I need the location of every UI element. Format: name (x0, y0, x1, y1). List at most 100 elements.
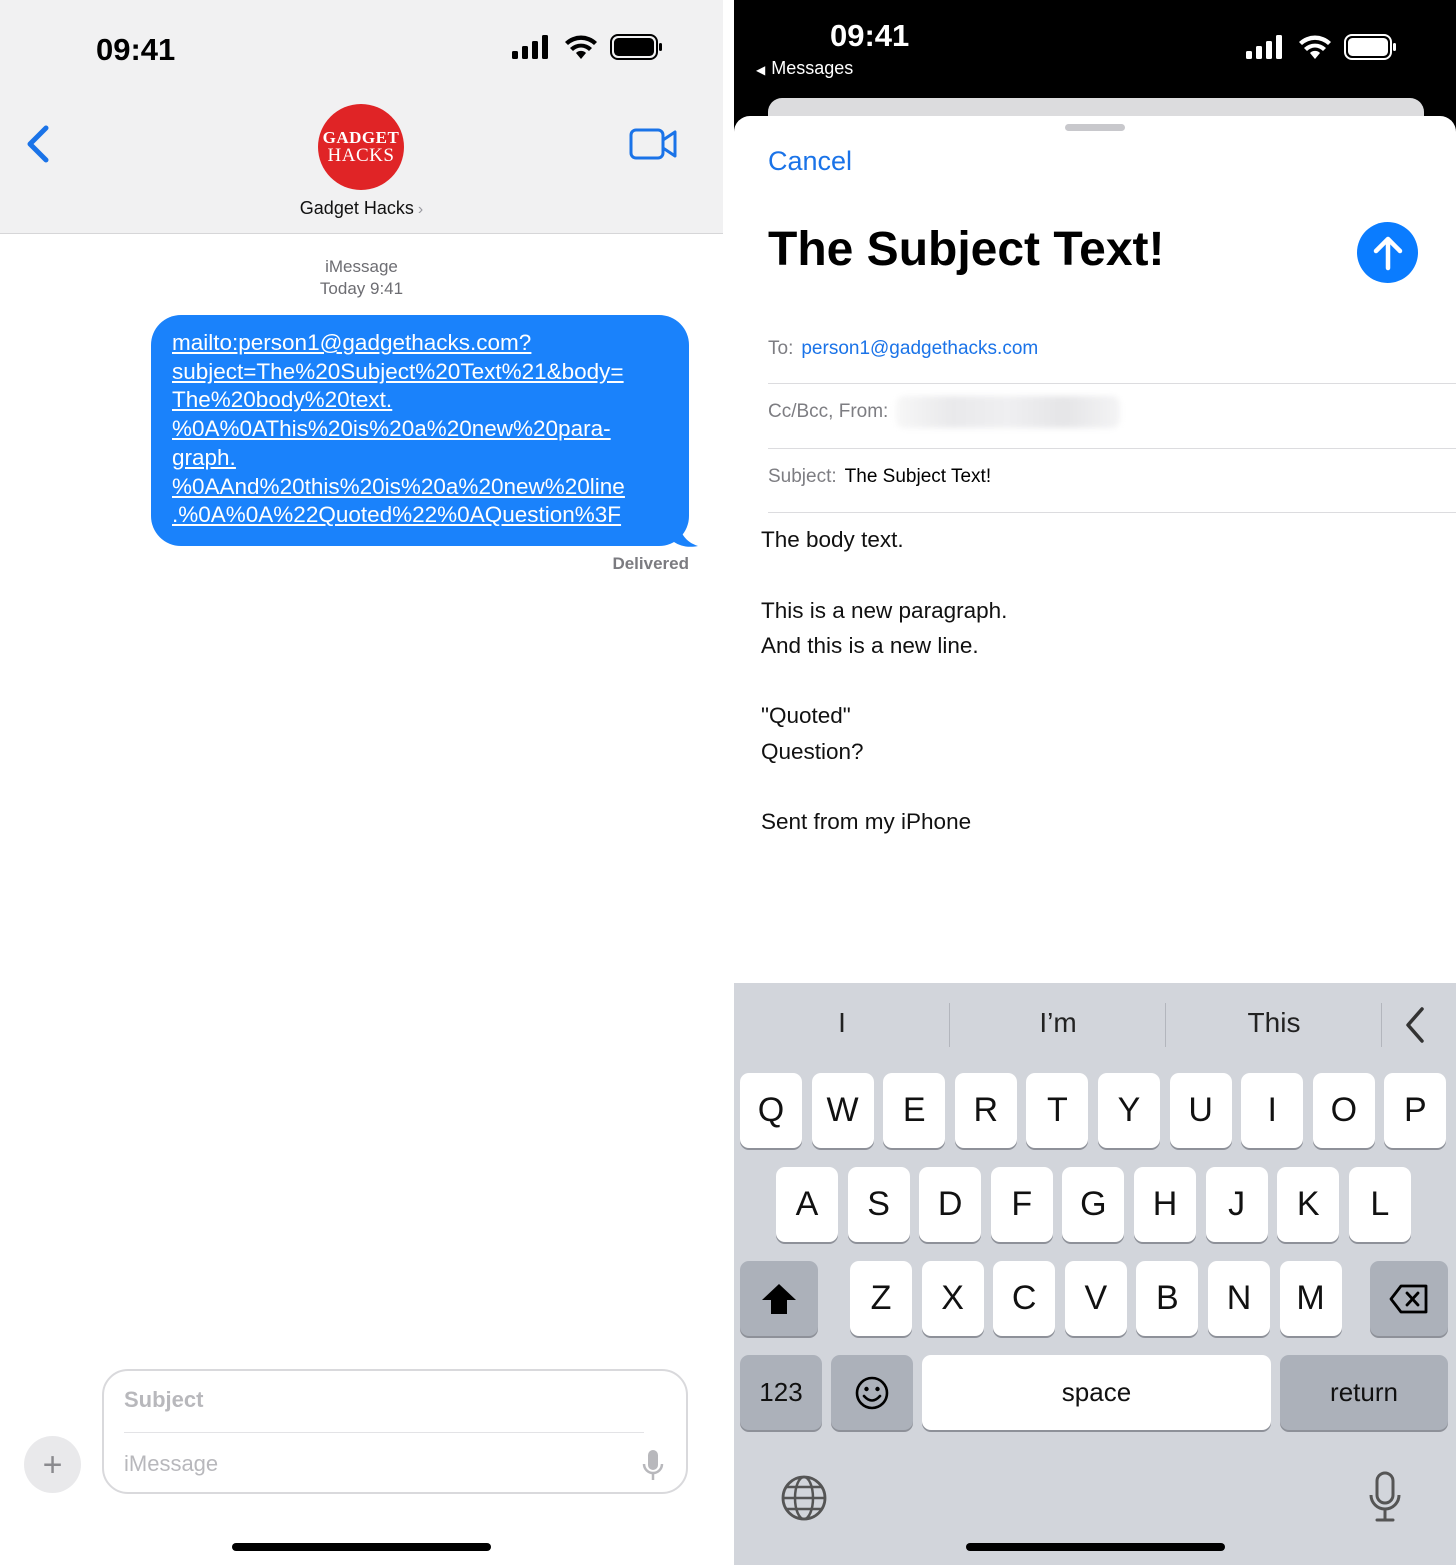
battery-icon (1344, 34, 1396, 60)
mail-title: The Subject Text! (768, 223, 1165, 276)
key-y[interactable]: Y (1098, 1073, 1160, 1148)
key-j[interactable]: J (1205, 1167, 1268, 1242)
keyboard: I I’m This QWERTYUIOPASDFGHJKLZXCVBNM 12… (734, 983, 1456, 1565)
messages-screen: 09:41 GADGET HACKS Gadget Hacks › iMessag… (0, 0, 723, 1565)
chevron-right-icon: › (417, 201, 424, 218)
delete-key[interactable] (1370, 1261, 1448, 1336)
avatar[interactable]: GADGET HACKS (318, 104, 404, 190)
emoji-key[interactable] (831, 1355, 913, 1430)
emoji-icon (855, 1376, 889, 1409)
shift-key[interactable] (740, 1261, 818, 1336)
delivery-status: Delivered (612, 554, 689, 573)
back-triangle-icon: ◀ (756, 63, 766, 77)
key-d[interactable]: D (919, 1167, 982, 1242)
contact-name: Gadget Hacks (299, 198, 414, 218)
send-button[interactable] (1357, 222, 1418, 283)
key-r[interactable]: R (954, 1073, 1017, 1148)
field-divider (768, 448, 1456, 449)
key-a[interactable]: A (776, 1167, 838, 1242)
sent-message-bubble[interactable]: mailto:person1@gadgethacks.com? subject=T… (151, 315, 689, 546)
globe-icon[interactable] (780, 1474, 828, 1522)
to-field[interactable]: To: person1@gadgethacks.com (768, 338, 1456, 360)
key-w[interactable]: W (811, 1073, 874, 1148)
bubble-tail (672, 520, 698, 547)
message-link-line[interactable]: .%0A%0A%22Quoted%22%0AQuestion%3F (172, 501, 669, 530)
status-time: 09:41 (96, 32, 176, 67)
space-key[interactable]: space (922, 1355, 1271, 1430)
message-link-line[interactable]: subject=The%20Subject%20Text%21&body= (172, 358, 669, 387)
key-x[interactable]: X (921, 1261, 984, 1336)
suggestion-divider (1381, 1003, 1382, 1047)
home-indicator (966, 1543, 1225, 1551)
composer-divider (124, 1432, 644, 1433)
shift-icon (762, 1283, 796, 1314)
suggestion-1[interactable]: I (734, 1007, 950, 1039)
key-b[interactable]: B (1136, 1261, 1199, 1336)
ccbcc-from-field[interactable]: Cc/Bcc, From: (768, 396, 1456, 428)
mail-compose-screen: 09:41 ◀ Messages Cancel The Subject Text!… (734, 0, 1456, 1565)
facetime-video-icon[interactable] (628, 126, 678, 162)
numbers-key[interactable]: 123 (740, 1355, 822, 1430)
ccbcc-label: Cc/Bcc, From: (768, 401, 889, 423)
message-link-line[interactable]: %0AAnd%20this%20is%20a%20new%20line (172, 473, 669, 502)
key-n[interactable]: N (1208, 1261, 1270, 1336)
key-c[interactable]: C (993, 1261, 1056, 1336)
battery-icon (610, 34, 662, 60)
key-g[interactable]: G (1062, 1167, 1125, 1242)
key-s[interactable]: S (847, 1167, 910, 1242)
key-e[interactable]: E (883, 1073, 946, 1148)
back-chevron-icon[interactable] (22, 122, 58, 166)
to-recipient[interactable]: person1@gadgethacks.com (801, 338, 1038, 359)
keyboard-collapse-chevron-icon[interactable] (1402, 1005, 1430, 1045)
microphone-icon[interactable] (642, 1449, 664, 1483)
imessage-input[interactable]: iMessage (124, 1451, 218, 1477)
to-label: To: (768, 338, 794, 359)
cellular-signal-icon (1246, 35, 1282, 59)
wifi-icon (565, 35, 597, 59)
delete-backspace-icon (1389, 1284, 1428, 1313)
key-k[interactable]: K (1277, 1167, 1340, 1242)
microphone-icon[interactable] (1368, 1471, 1402, 1523)
cancel-button[interactable]: Cancel (768, 146, 852, 177)
message-timestamp: Today 9:41 (319, 279, 404, 298)
sheet-grabber[interactable] (1065, 124, 1125, 131)
message-link-line[interactable]: %0A%0AThis%20is%20a%20new%20para- (172, 415, 669, 444)
key-h[interactable]: H (1134, 1167, 1196, 1242)
wifi-icon (1299, 35, 1331, 59)
subject-field[interactable]: Subject: The Subject Text! (768, 466, 1456, 488)
contact-name-button[interactable]: Gadget Hacks › (0, 198, 723, 219)
message-link-line[interactable]: The%20body%20text. (172, 386, 669, 415)
subject-field[interactable]: Subject (124, 1387, 203, 1413)
mail-body[interactable]: The body text. This is a new paragraph. … (761, 522, 1007, 840)
back-to-messages-link[interactable]: ◀ Messages (756, 58, 853, 79)
field-divider (768, 383, 1456, 384)
screenshot-root: 09:41 GADGET HACKS Gadget Hacks › iMessag… (0, 0, 1456, 1565)
thread-meta: iMessage Today 9:41 (0, 256, 723, 300)
field-divider (768, 512, 1456, 513)
return-key[interactable]: return (1280, 1355, 1448, 1430)
home-indicator (232, 1543, 491, 1551)
message-composer[interactable]: Subject iMessage (102, 1369, 688, 1494)
redacted-from-address (896, 396, 1121, 428)
message-link-line[interactable]: graph. (172, 444, 669, 473)
predictive-bar: I I’m This (734, 983, 1456, 1065)
suggestion-2[interactable]: I’m (950, 1007, 1166, 1039)
subject-value[interactable]: The Subject Text! (845, 466, 991, 487)
status-icons (512, 34, 664, 60)
back-app-label: Messages (771, 58, 854, 78)
key-f[interactable]: F (990, 1167, 1053, 1242)
key-t[interactable]: T (1026, 1073, 1089, 1148)
key-i[interactable]: I (1241, 1073, 1304, 1148)
key-l[interactable]: L (1348, 1167, 1411, 1242)
key-z[interactable]: Z (850, 1261, 912, 1336)
suggestion-3[interactable]: This (1166, 1007, 1382, 1039)
apps-plus-button[interactable]: + (24, 1436, 81, 1493)
key-v[interactable]: V (1064, 1261, 1127, 1336)
key-u[interactable]: U (1169, 1073, 1232, 1148)
key-o[interactable]: O (1312, 1073, 1375, 1148)
cellular-signal-icon (512, 35, 548, 59)
key-p[interactable]: P (1384, 1073, 1447, 1148)
key-q[interactable]: Q (740, 1073, 802, 1148)
message-link-line[interactable]: mailto:person1@gadgethacks.com? (172, 329, 669, 358)
key-m[interactable]: M (1279, 1261, 1342, 1336)
